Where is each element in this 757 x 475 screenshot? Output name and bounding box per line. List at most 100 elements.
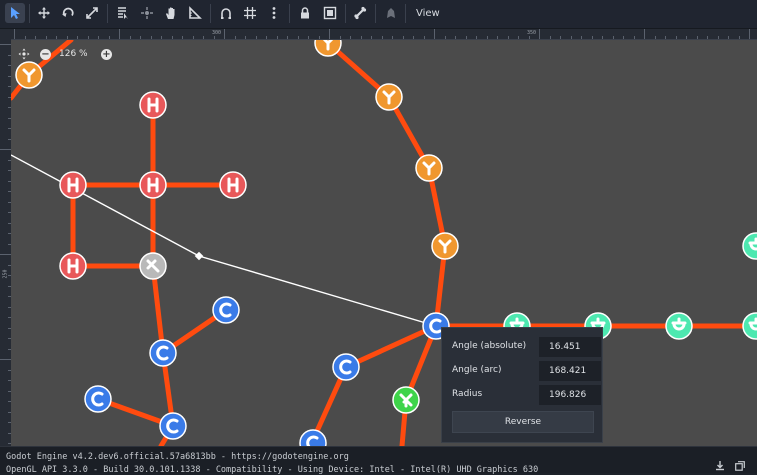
ruler-tick — [528, 36, 530, 39]
ruler-label: 300 — [212, 30, 222, 36]
ruler-tick — [0, 254, 11, 255]
ruler-tick — [308, 36, 309, 39]
atom-nodes — [15, 40, 757, 446]
nitrogen-atom[interactable] — [415, 154, 443, 182]
rotate-tool-button[interactable] — [58, 3, 78, 23]
toolbar-separator — [107, 4, 108, 23]
zoom-controls: − 126 % + — [18, 46, 112, 62]
ruler-tool-button[interactable] — [185, 3, 205, 23]
scale-tool-button[interactable] — [82, 3, 102, 23]
ruler-tick — [644, 29, 645, 39]
hydrogen-atom[interactable] — [59, 171, 87, 199]
download-icon[interactable] — [715, 456, 725, 471]
skeleton-icon — [387, 8, 395, 18]
ruler-tick — [381, 36, 383, 39]
move-tool-button[interactable] — [34, 3, 54, 23]
angle-absolute-field[interactable]: 16.451 — [539, 337, 601, 357]
lock-tool-button[interactable] — [295, 3, 315, 23]
hand-icon — [166, 7, 175, 19]
ruler-tick — [318, 36, 320, 39]
angle-arc-field[interactable]: 168.421 — [539, 361, 601, 381]
ruler-tick — [549, 36, 551, 39]
carbon-atom[interactable] — [299, 429, 327, 446]
zoom-in-button[interactable]: + — [101, 48, 112, 60]
scale-icon — [86, 7, 98, 19]
pan-tool-button[interactable] — [161, 3, 181, 23]
select-tool-button[interactable] — [5, 3, 25, 23]
smart-snap-tool-button[interactable] — [216, 3, 236, 23]
bone-icon — [354, 6, 367, 20]
list-select-tool-button[interactable] — [113, 3, 133, 23]
teal-atom[interactable] — [742, 312, 757, 340]
engine-version-text: Godot Engine v4.2.dev6.official.57a6813b… — [6, 452, 349, 462]
pivot-tool-button[interactable] — [137, 3, 157, 23]
copy-icon[interactable] — [735, 456, 745, 471]
bone-tool-button[interactable] — [350, 3, 370, 23]
ruler-tick — [455, 36, 456, 39]
angle-absolute-label: Angle (absolute) — [452, 341, 527, 351]
ruler-tick — [486, 36, 488, 39]
ruler-label: 250 — [2, 269, 9, 279]
carbon-atom[interactable] — [212, 296, 240, 324]
hydrogen-atom[interactable] — [219, 171, 247, 199]
hydrogen-atom[interactable] — [139, 91, 167, 119]
nitrogen-atom[interactable] — [375, 83, 403, 111]
ruler-tick — [497, 36, 498, 39]
snap-options-button[interactable] — [264, 3, 284, 23]
editor-toolbar: View — [0, 0, 757, 29]
zoom-out-button[interactable]: − — [40, 48, 51, 60]
ruler-icon — [189, 6, 202, 19]
teal-atom[interactable] — [742, 232, 757, 260]
canvas-viewport[interactable] — [11, 40, 757, 446]
carbon-atom[interactable] — [149, 339, 177, 367]
arc-measure-panel: Angle (absolute) 16.451 Angle (arc) 168.… — [441, 327, 603, 443]
ruler-tick — [0, 44, 11, 45]
carbon-atom[interactable] — [332, 353, 360, 381]
ruler-tick — [245, 36, 246, 39]
radius-label: Radius — [452, 389, 483, 399]
ruler-tick — [224, 29, 225, 39]
hydrogen-atom[interactable] — [139, 171, 167, 199]
grey-atom[interactable] — [139, 252, 167, 280]
ruler-tick — [717, 36, 719, 39]
zoom-level[interactable]: 126 % — [59, 49, 101, 59]
view-menu-button[interactable]: View — [410, 4, 446, 23]
carbon-atom[interactable] — [159, 412, 187, 440]
recenter-icon[interactable] — [18, 48, 30, 60]
carbon-atom[interactable] — [84, 385, 112, 413]
ruler-tick — [350, 36, 351, 39]
hydrogen-atom[interactable] — [59, 252, 87, 280]
ruler-tick — [696, 36, 698, 39]
ruler-tick — [360, 36, 362, 39]
status-bar: Godot Engine v4.2.dev6.official.57a6813b… — [0, 446, 757, 475]
ruler-tick — [476, 36, 477, 39]
radius-field[interactable]: 196.826 — [539, 385, 601, 405]
reverse-button[interactable]: Reverse — [452, 411, 594, 433]
nitrogen-atom[interactable] — [431, 232, 459, 260]
radius-row: Radius 196.826 — [452, 384, 601, 406]
toolbar-separator — [29, 4, 30, 23]
ruler-tick — [276, 36, 278, 39]
ruler-tick — [675, 36, 677, 39]
ruler-tick — [539, 29, 540, 39]
ruler-tick — [654, 36, 656, 39]
ruler-tick — [665, 36, 666, 39]
green-atom[interactable] — [392, 386, 420, 414]
toolbar-separator — [210, 4, 211, 23]
list-select-icon — [118, 7, 128, 19]
skeleton-tool-button[interactable] — [381, 3, 401, 23]
teal-atom[interactable] — [665, 312, 693, 340]
ruler-tick — [623, 36, 624, 39]
horizontal-ruler[interactable]: 300 350 — [11, 29, 757, 40]
arc-midpoint-handle[interactable] — [194, 251, 204, 261]
ruler-tick — [161, 36, 162, 39]
ruler-tick — [266, 36, 267, 39]
ruler-tick — [402, 36, 404, 39]
nitrogen-atom[interactable] — [15, 61, 43, 89]
group-tool-button[interactable] — [320, 3, 340, 23]
ruler-tick — [87, 36, 89, 39]
toolbar-separator — [405, 4, 406, 23]
move-arrows-icon — [38, 7, 50, 19]
grid-snap-tool-button[interactable] — [240, 3, 260, 23]
ruler-tick — [192, 36, 194, 39]
